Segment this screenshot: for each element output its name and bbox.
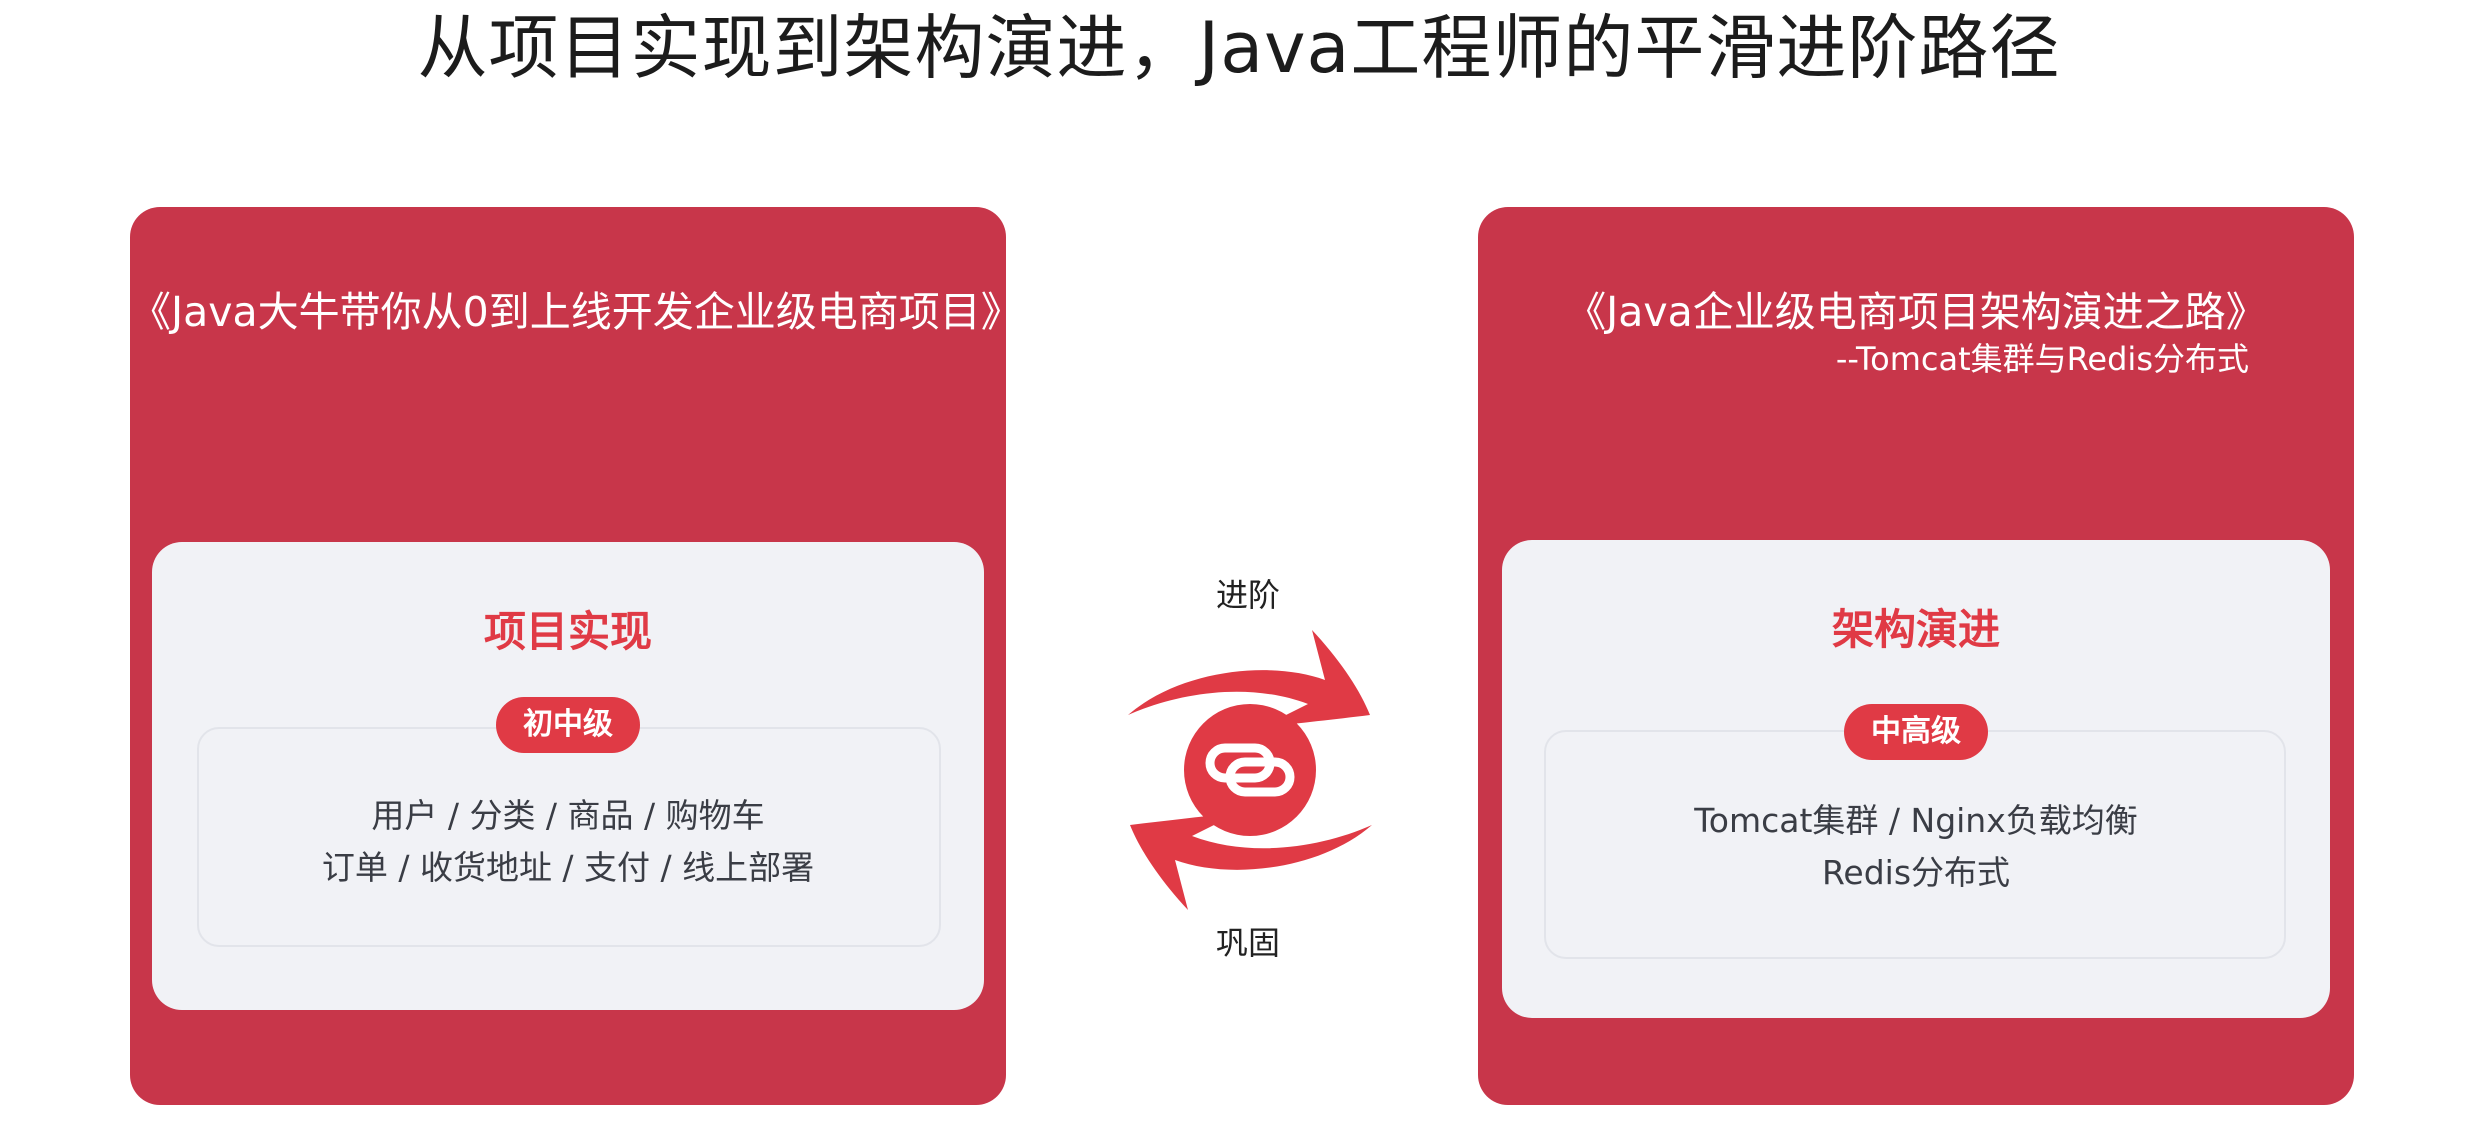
course-content-panel: 项目实现 初中级 用户 / 分类 / 商品 / 购物车 订单 / 收货地址 / … — [152, 542, 984, 1010]
level-badge: 中高级 — [1844, 704, 1988, 760]
course-heading: 架构演进 — [1831, 605, 2000, 654]
topics-line: Redis分布式 — [1821, 853, 2011, 892]
topics-list: Tomcat集群 / Nginx负载均衡 Redis分布式 — [1502, 795, 2330, 899]
course-card-architecture-evolution: 《Java企业级电商项目架构演进之路》 --Tomcat集群与Redis分布式 … — [1478, 207, 2354, 1105]
course-content-panel: 架构演进 中高级 Tomcat集群 / Nginx负载均衡 Redis分布式 — [1502, 540, 2330, 1018]
course-card-project-implementation: 《Java大牛带你从0到上线开发企业级电商项目》 项目实现 初中级 用户 / 分… — [130, 207, 1022, 1105]
page-title: 从项目实现到架构演进，Java工程师的平滑进阶路径 — [417, 7, 2061, 89]
topics-line: 用户 / 分类 / 商品 / 购物车 — [371, 796, 765, 835]
advance-label: 进阶 — [1215, 576, 1280, 614]
course-heading: 项目实现 — [483, 607, 652, 656]
topics-line: Tomcat集群 / Nginx负载均衡 — [1694, 801, 2138, 840]
topics-list: 用户 / 分类 / 商品 / 购物车 订单 / 收货地址 / 支付 / 线上部署 — [152, 790, 984, 894]
chain-link-icon — [1184, 704, 1316, 836]
course-subtitle: --Tomcat集群与Redis分布式 — [1835, 340, 2249, 378]
course-title: 《Java企业级电商项目架构演进之路》 — [1565, 288, 2267, 336]
cycle-diagram — [1128, 630, 1372, 910]
level-badge: 初中级 — [496, 697, 640, 753]
topics-line: 订单 / 收货地址 / 支付 / 线上部署 — [321, 848, 815, 887]
course-title: 《Java大牛带你从0到上线开发企业级电商项目》 — [130, 288, 1022, 336]
consolidate-label: 巩固 — [1215, 924, 1280, 962]
